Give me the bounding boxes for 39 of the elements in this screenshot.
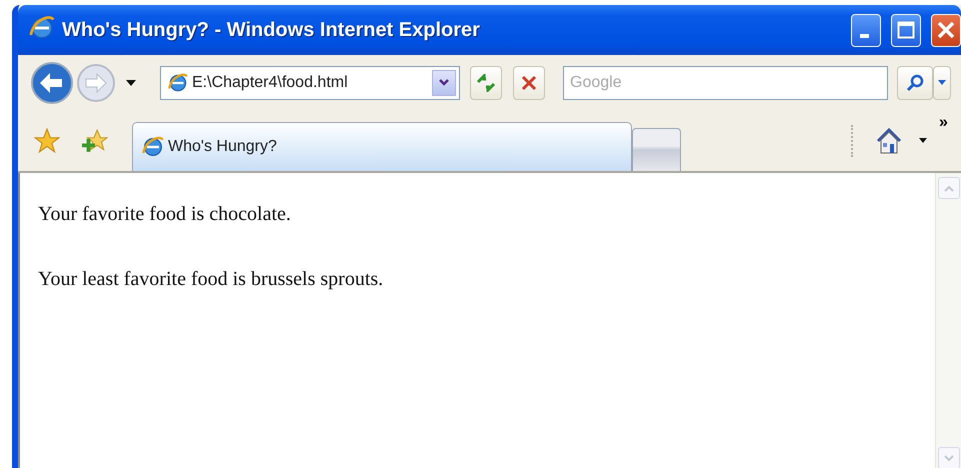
add-favorite-button[interactable] (82, 128, 108, 154)
search-icon (906, 74, 924, 92)
maximize-button[interactable] (891, 14, 921, 46)
close-icon (937, 21, 955, 39)
browser-icon (141, 135, 165, 159)
chevron-down-icon (944, 454, 954, 462)
stop-button[interactable] (513, 66, 545, 100)
refresh-icon (476, 74, 496, 92)
browser-icon (167, 72, 189, 94)
overflow-chevron[interactable]: » (939, 114, 948, 132)
close-icon (521, 74, 537, 90)
house-icon (875, 126, 903, 154)
chevron-up-icon (944, 184, 954, 192)
refresh-button[interactable] (470, 66, 502, 100)
address-dropdown[interactable] (432, 70, 456, 96)
caret-icon (126, 80, 136, 86)
close-button[interactable] (931, 14, 961, 46)
browser-tab[interactable]: Who's Hungry? (132, 122, 632, 171)
search-options-button[interactable] (933, 66, 951, 100)
back-button[interactable] (30, 60, 74, 104)
maximize-icon (897, 21, 915, 39)
star-plus-icon (82, 128, 108, 154)
minimize-icon (860, 34, 868, 38)
window-title: Who's Hungry? - Windows Internet Explorer (62, 18, 481, 42)
minimize-button[interactable] (851, 14, 881, 46)
address-field[interactable]: E:\Chapter4\food.html (160, 66, 460, 100)
page-paragraph: Your favorite food is chocolate. (38, 203, 292, 226)
favorites-button[interactable] (34, 128, 60, 154)
home-button[interactable] (875, 126, 903, 154)
chevron-down-icon (439, 79, 449, 86)
search-button[interactable] (897, 66, 933, 100)
caret-icon (919, 138, 927, 143)
browser-icon (28, 14, 56, 42)
search-field[interactable]: Google (563, 66, 888, 100)
home-dropdown[interactable] (919, 138, 927, 143)
history-dropdown[interactable] (126, 80, 136, 86)
page-paragraph: Your least favorite food is brussels sprouts. (38, 268, 384, 291)
star-icon (34, 128, 60, 154)
caret-icon (938, 80, 946, 85)
